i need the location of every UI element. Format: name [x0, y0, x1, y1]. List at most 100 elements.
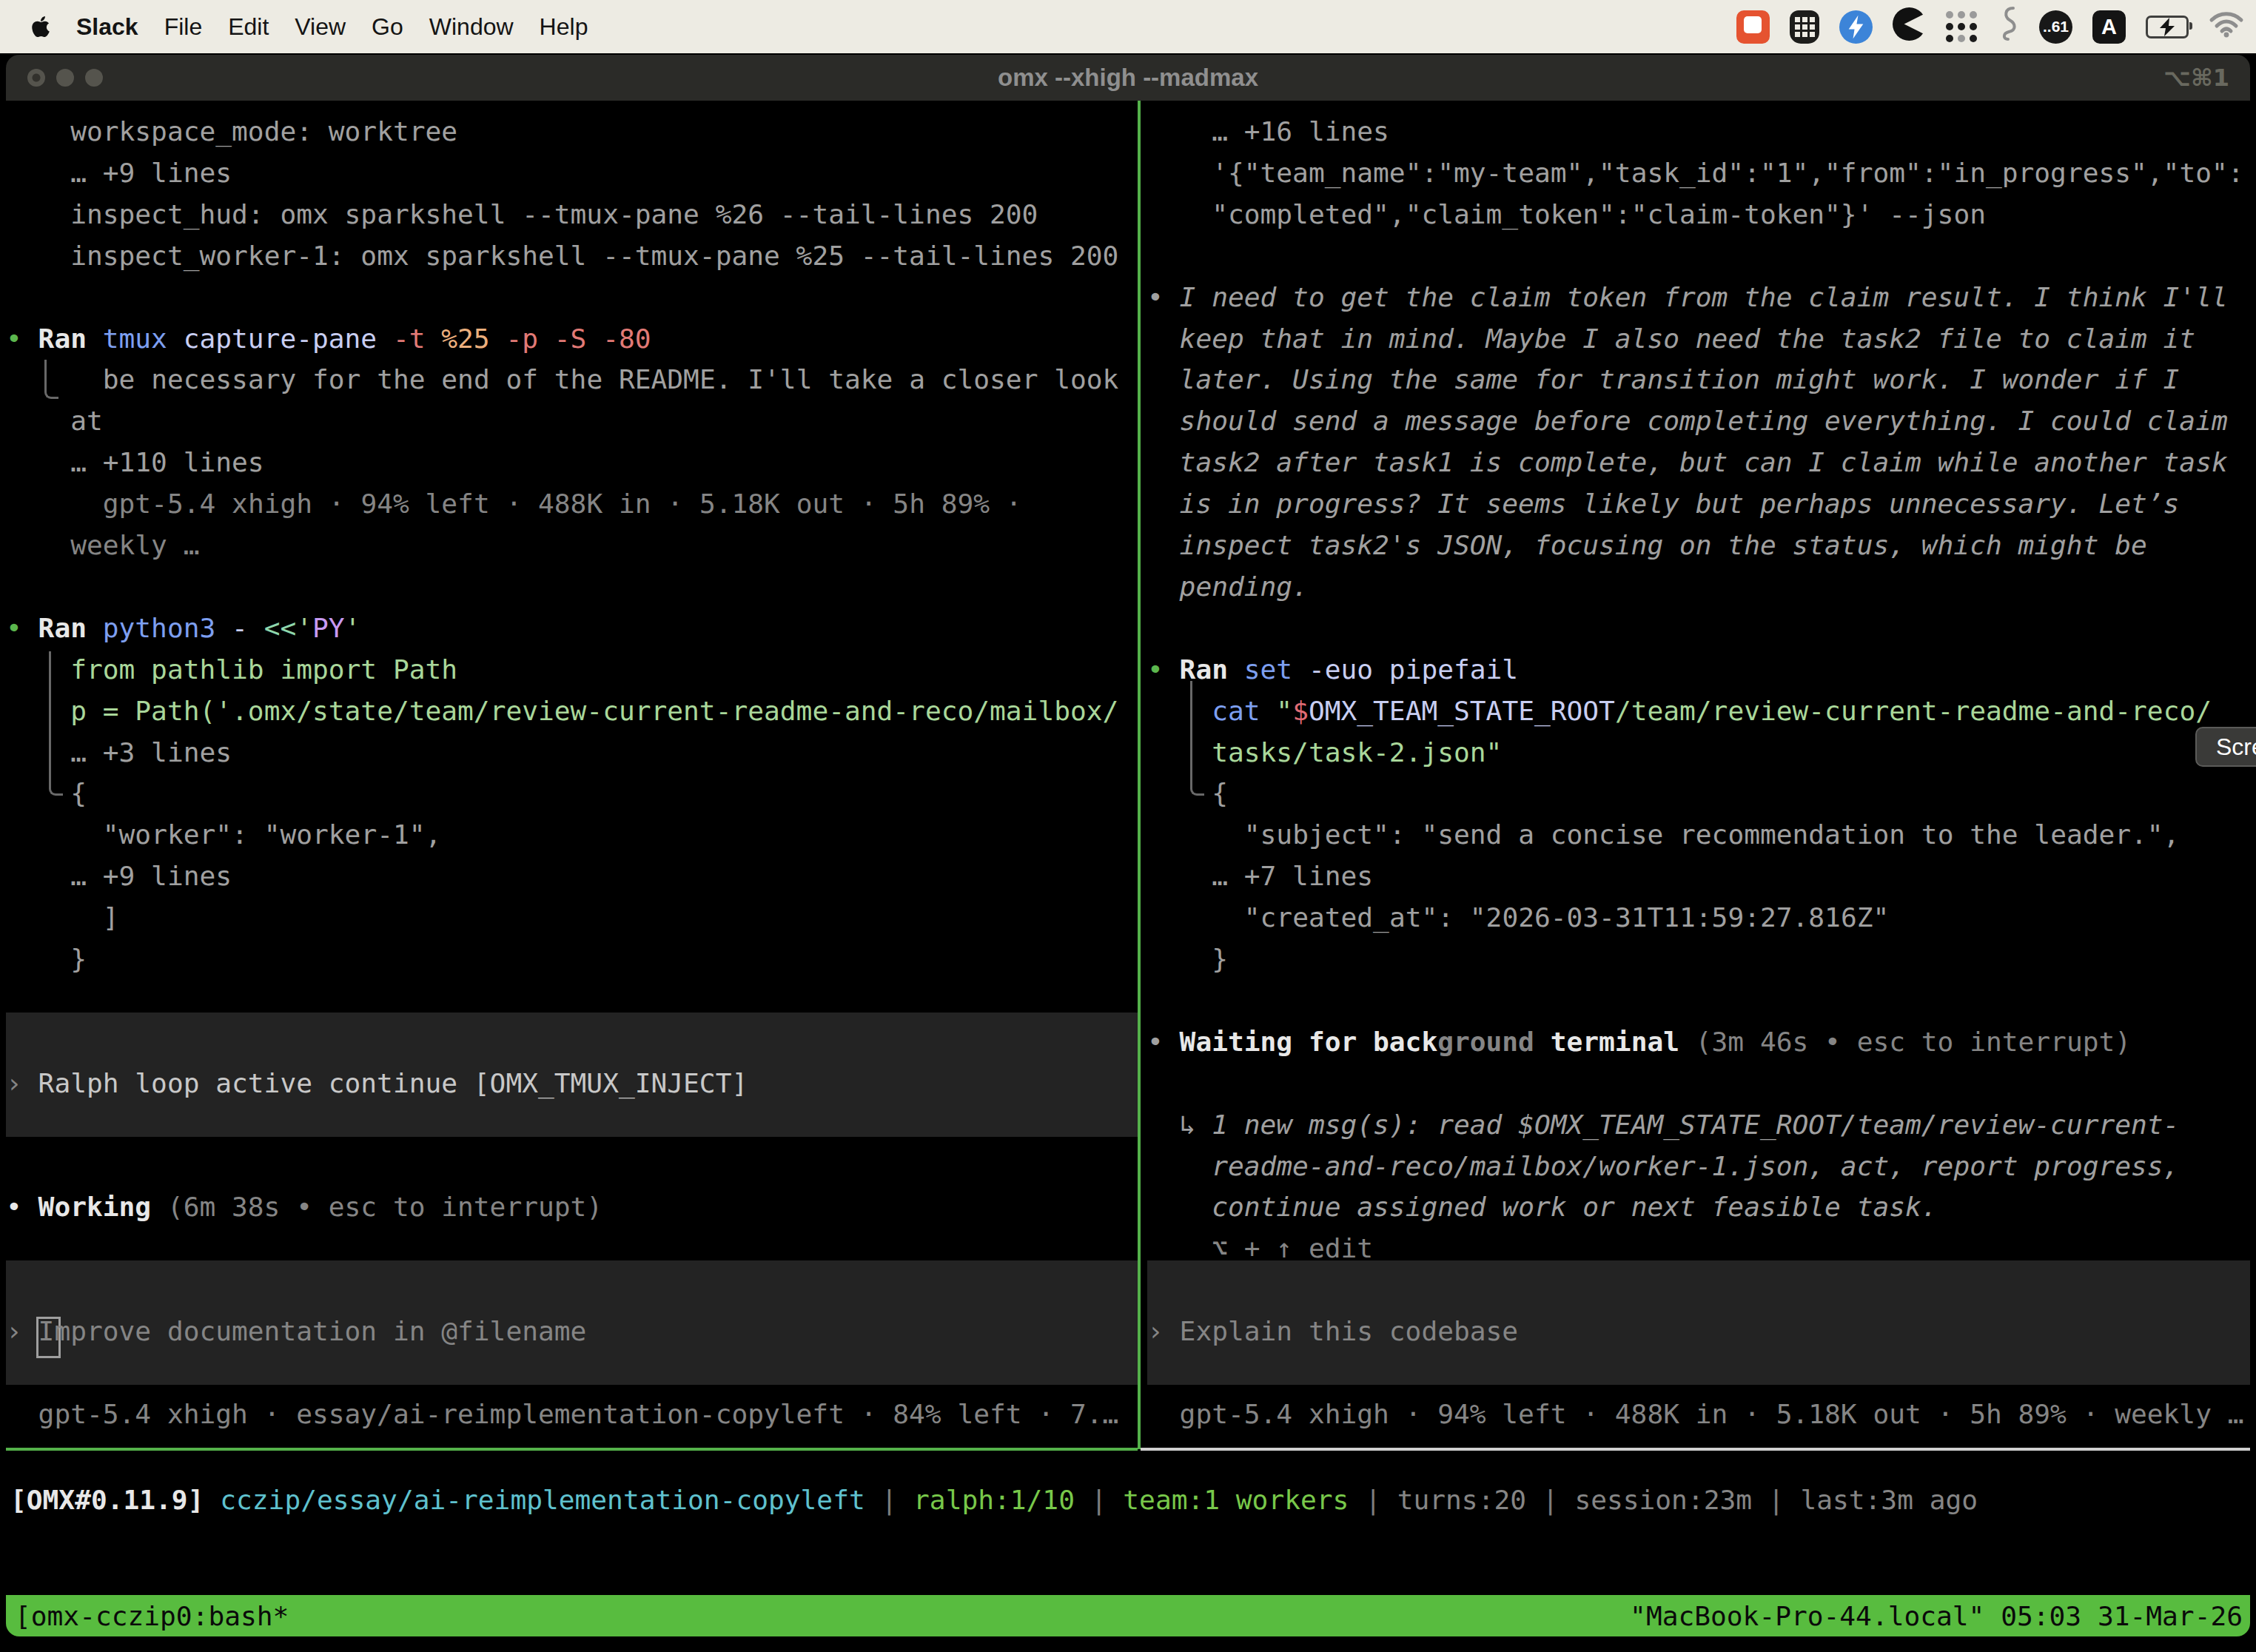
terminal-line: … +16 lines [1212, 115, 1389, 149]
terminal-line: • [1147, 281, 1164, 315]
terminal-line: keep that in mind. Maybe I also need the… [1180, 322, 2196, 356]
terminal-line: Explain this codebase [1180, 1314, 1519, 1349]
terminal-line: "completed","claim_token":"claim-token"}… [1212, 198, 1986, 232]
terminal-line: tasks/task-2.json" [1212, 736, 1502, 770]
terminal-line: } [1212, 942, 1228, 976]
window-shortcut: ⌥⌘1 [2163, 55, 2229, 101]
pane-border-right-gray [1141, 1448, 2250, 1451]
terminal-line: gpt-5.4 xhigh · 94% left · 488K in · 5.1… [103, 487, 1022, 521]
screen-tooltip: Scre [2195, 727, 2256, 767]
terminal-line: • [1147, 1025, 1164, 1059]
terminal-line: be necessary for the end of the README. … [103, 363, 1119, 397]
battery-icon[interactable] [2146, 16, 2189, 38]
terminal-line: • [6, 1190, 22, 1224]
tmux-session-label: [omx-cczip0:bash* [15, 1600, 289, 1632]
terminal-line: Ran set -euo pipefail [1180, 653, 1519, 687]
terminal-line: › [6, 1314, 22, 1349]
menu-item-file[interactable]: File [164, 13, 203, 41]
terminal-line: ↳ [1180, 1108, 1212, 1142]
menu-item-edit[interactable]: Edit [228, 13, 269, 41]
terminal-line: cat "$OMX_TEAM_STATE_ROOT/team/review-cu… [1212, 694, 2212, 728]
terminal-line: … +110 lines [70, 446, 263, 480]
terminal-line: } [70, 942, 87, 976]
screen: { "menu_bar": { "app_name": "Slack", "it… [0, 0, 2256, 1652]
terminal-line: Waiting for background terminal (3m 46s … [1180, 1025, 2131, 1059]
output-connector-line [44, 360, 58, 399]
menu-bar-left: Slack File Edit View Go Window Help [0, 13, 588, 41]
input-source-a-icon[interactable]: A [2092, 10, 2126, 44]
terminal-line: later. Using the same for transition mig… [1180, 363, 2180, 397]
right-agent-pane[interactable]: … +16 lines '{"team_name":"my-team","task… [1147, 101, 2250, 1595]
terminal-line: • [6, 322, 22, 356]
terminal-line: at [70, 404, 103, 438]
pane-border-left-green [6, 1448, 1138, 1451]
terminal-line: continue assigned work or next feasible … [1212, 1190, 1937, 1224]
output-connector-line [49, 651, 63, 796]
terminal-line: ] [103, 901, 119, 935]
menu-app-name[interactable]: Slack [76, 13, 138, 41]
terminal-line: inspect_hud: omx sparkshell --tmux-pane … [70, 198, 1038, 232]
keypad-shield-icon[interactable] [1790, 10, 1819, 44]
terminal-line: • [1147, 653, 1164, 687]
terminal-line: is in progress? It seems likely but perh… [1180, 487, 2180, 521]
terminal-line: should send a message before completing … [1180, 404, 2228, 438]
terminal-line: '{"team_name":"my-team","task_id":"1","f… [1212, 156, 2243, 190]
terminal-line: Improve documentation in @filename [38, 1314, 587, 1349]
terminal-line: p = Path('.omx/state/team/review-current… [70, 694, 1118, 728]
terminal-line: weekly … [70, 528, 199, 563]
terminal-line: … +9 lines [70, 859, 232, 893]
terminal-window: omx --xhigh --madmax ⌥⌘1 workspace_mode:… [6, 55, 2250, 1636]
dots-grid-icon[interactable] [1946, 11, 1977, 42]
wedge-circle-icon[interactable] [1893, 7, 1926, 47]
terminal-line: { [70, 776, 87, 810]
terminal-content: workspace_mode: worktree … +9 lines inspec… [6, 101, 2250, 1595]
terminal-line: from pathlib import Path [70, 653, 457, 687]
terminal-line: readme-and-reco/mailbox/worker-1.json, a… [1212, 1149, 2179, 1183]
terminal-line: pending. [1180, 570, 1309, 604]
terminal-line: › [6, 1067, 22, 1101]
terminal-line: › [1147, 1314, 1164, 1349]
terminal-line: "worker": "worker-1", [103, 818, 442, 852]
terminal-line: … +9 lines [70, 156, 232, 190]
menu-item-view[interactable]: View [295, 13, 346, 41]
terminal-line: 1 new msg(s): read $OMX_TEAM_STATE_ROOT/… [1212, 1108, 2179, 1142]
left-agent-pane[interactable]: workspace_mode: worktree … +9 lines inspec… [6, 101, 1138, 1595]
terminal-line: ⌥ + ↑ edit [1212, 1232, 1373, 1266]
terminal-line: … +7 lines [1212, 859, 1373, 893]
terminal-line: task2 after task1 is complete, but can I… [1180, 446, 2228, 480]
terminal-line: { [1212, 776, 1228, 810]
squiggle-icon[interactable] [1997, 5, 2019, 48]
terminal-line: gpt-5.4 xhigh · essay/ai-reimplementatio… [38, 1397, 1119, 1431]
window-title: omx --xhigh --madmax [6, 55, 2250, 101]
terminal-line: "subject": "send a concise recommendatio… [1244, 818, 2180, 852]
terminal-line: "created_at": "2026-03-31T11:59:27.816Z" [1244, 901, 1889, 935]
title-bar: omx --xhigh --madmax ⌥⌘1 [6, 55, 2250, 101]
terminal-line: gpt-5.4 xhigh · 94% left · 488K in · 5.1… [1180, 1397, 2244, 1431]
menu-item-go[interactable]: Go [372, 13, 403, 41]
terminal-line: Ralph loop active continue [OMX_TMUX_INJ… [38, 1067, 748, 1101]
terminal-line: I need to get the claim token from the c… [1180, 281, 2228, 315]
terminal-line: inspect_worker-1: omx sparkshell --tmux-… [70, 239, 1118, 273]
record-badge-icon[interactable] [1736, 10, 1770, 44]
terminal-line: workspace_mode: worktree [70, 115, 457, 149]
badge-61-icon[interactable]: ..61 [2039, 10, 2072, 44]
terminal-line: inspect task2's JSON, focusing on the st… [1180, 528, 2147, 563]
terminal-line: Working (6m 38s • esc to interrupt) [38, 1190, 603, 1224]
pane-divider[interactable] [1138, 101, 1141, 1449]
bolt-circle-icon[interactable] [1839, 10, 1873, 44]
menu-item-help[interactable]: Help [540, 13, 588, 41]
output-connector-line [1190, 681, 1204, 796]
terminal-line: Ran python3 - <<'PY' [38, 611, 361, 645]
terminal-line: Ran tmux capture-pane -t %25 -p -S -80 [38, 322, 651, 356]
tmux-status-bar: [omx-cczip0:bash* "MacBook-Pro-44.local"… [6, 1595, 2250, 1636]
tmux-host-time-label: "MacBook-Pro-44.local" 05:03 31-Mar-26 [1630, 1600, 2243, 1632]
screen-tooltip-text: Scre [2216, 733, 2256, 761]
wifi-icon[interactable] [2209, 10, 2244, 44]
terminal-line: … +3 lines [70, 736, 232, 770]
menu-item-window[interactable]: Window [429, 13, 514, 41]
terminal-line: • [6, 611, 22, 645]
apple-menu-icon[interactable] [31, 15, 50, 38]
menu-bar-status-icons: ..61 A [1736, 0, 2244, 53]
menu-bar: Slack File Edit View Go Window Help ..61… [0, 0, 2256, 53]
hud-status-line: [OMX#0.11.9] cczip/essay/ai-reimplementa… [10, 1483, 1978, 1517]
